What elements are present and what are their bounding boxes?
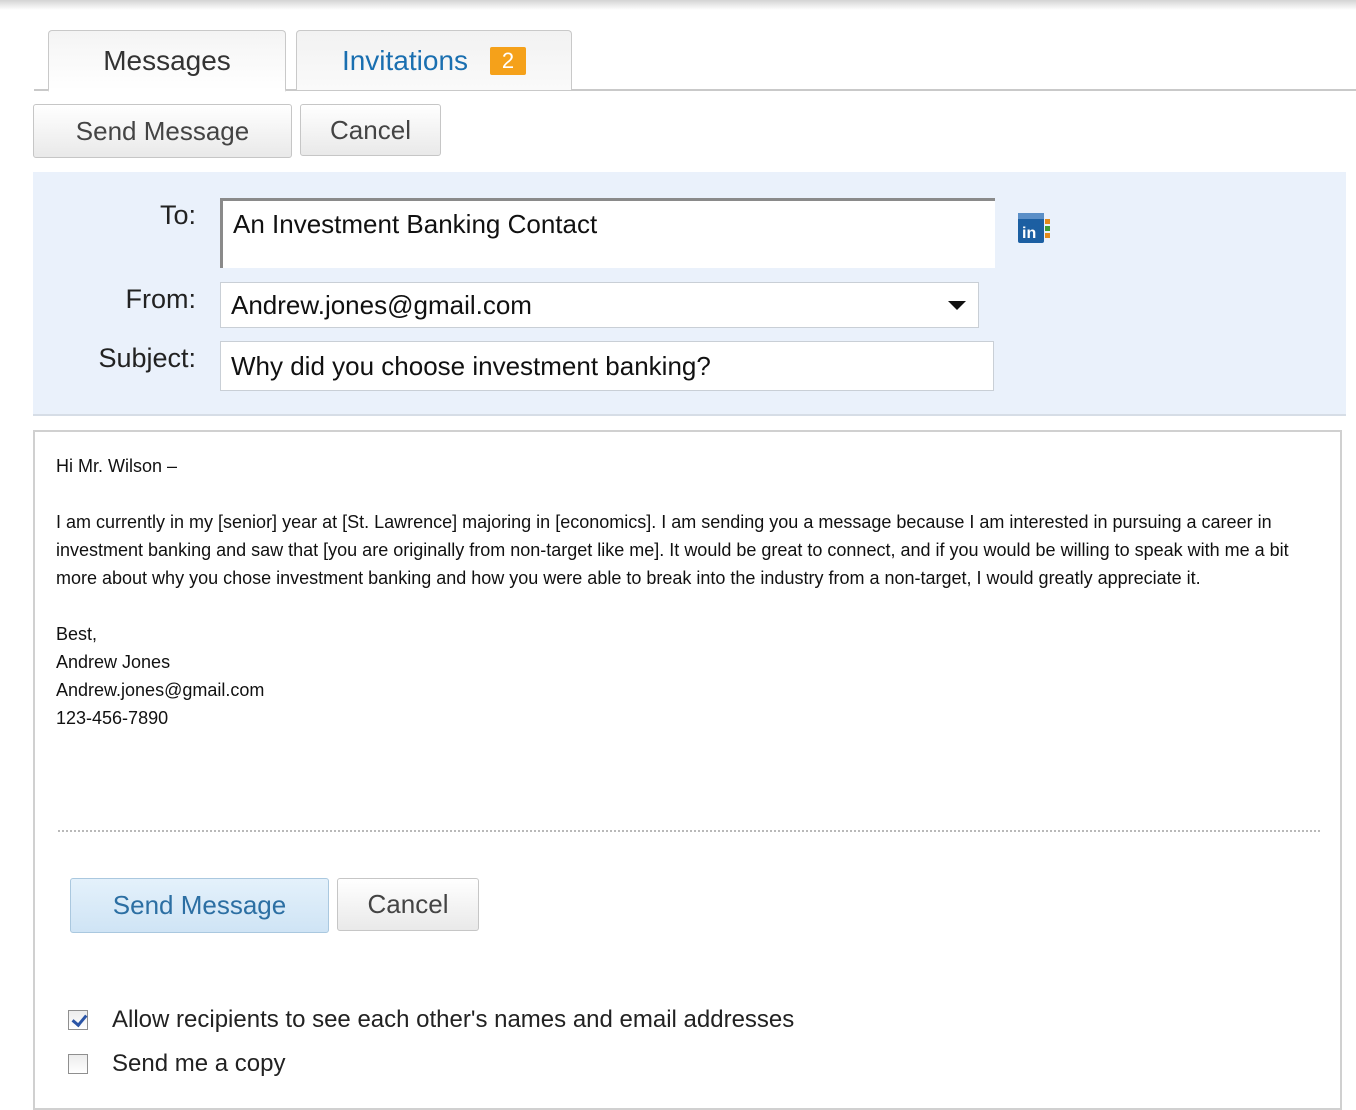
message-paragraph: I am currently in my [senior] year at [S… (56, 512, 1289, 588)
message-body-text: Hi Mr. Wilson – I am currently in my [se… (56, 452, 1306, 732)
signature-phone: 123-456-7890 (56, 708, 169, 728)
to-label: To: (159, 200, 196, 230)
tab-messages-label: Messages (103, 44, 231, 76)
top-shadow (0, 0, 1356, 10)
svg-text:in: in (1022, 225, 1036, 242)
chevron-down-icon (948, 301, 966, 310)
tab-invitations-label: Invitations (341, 44, 469, 76)
divider (58, 830, 1320, 832)
linkedin-address-book-icon[interactable]: in (1016, 210, 1052, 246)
cancel-button-top[interactable]: Cancel (300, 104, 441, 156)
from-value: Andrew.jones@gmail.com (231, 289, 532, 320)
allow-recipients-option[interactable]: Allow recipients to see each other's nam… (68, 1006, 794, 1034)
to-value: An Investment Banking Contact (233, 209, 598, 239)
signature-email: Andrew.jones@gmail.com (56, 680, 265, 700)
send-copy-checkbox[interactable] (68, 1054, 88, 1074)
tab-messages[interactable]: Messages (48, 30, 286, 92)
send-copy-option[interactable]: Send me a copy (68, 1050, 285, 1078)
message-greeting: Hi Mr. Wilson – (56, 456, 178, 476)
from-select[interactable]: Andrew.jones@gmail.com (220, 282, 979, 328)
tab-invitations[interactable]: Invitations 2 (296, 30, 572, 90)
from-label: From: (125, 284, 197, 314)
signature-name: Andrew Jones (56, 652, 171, 672)
subject-field[interactable]: Why did you choose investment banking? (220, 341, 994, 391)
send-message-button-top[interactable]: Send Message (33, 104, 292, 158)
subject-label: Subject: (98, 343, 196, 373)
message-signoff: Best, (56, 624, 98, 644)
invitations-count-badge: 2 (490, 46, 527, 75)
send-copy-label: Send me a copy (112, 1050, 286, 1077)
allow-recipients-checkbox[interactable] (68, 1010, 88, 1030)
allow-recipients-label: Allow recipients to see each other's nam… (112, 1006, 795, 1033)
cancel-button[interactable]: Cancel (337, 878, 479, 931)
send-message-button[interactable]: Send Message (70, 878, 329, 933)
subject-value: Why did you choose investment banking? (231, 350, 711, 381)
to-field[interactable]: An Investment Banking Contact (220, 198, 995, 268)
